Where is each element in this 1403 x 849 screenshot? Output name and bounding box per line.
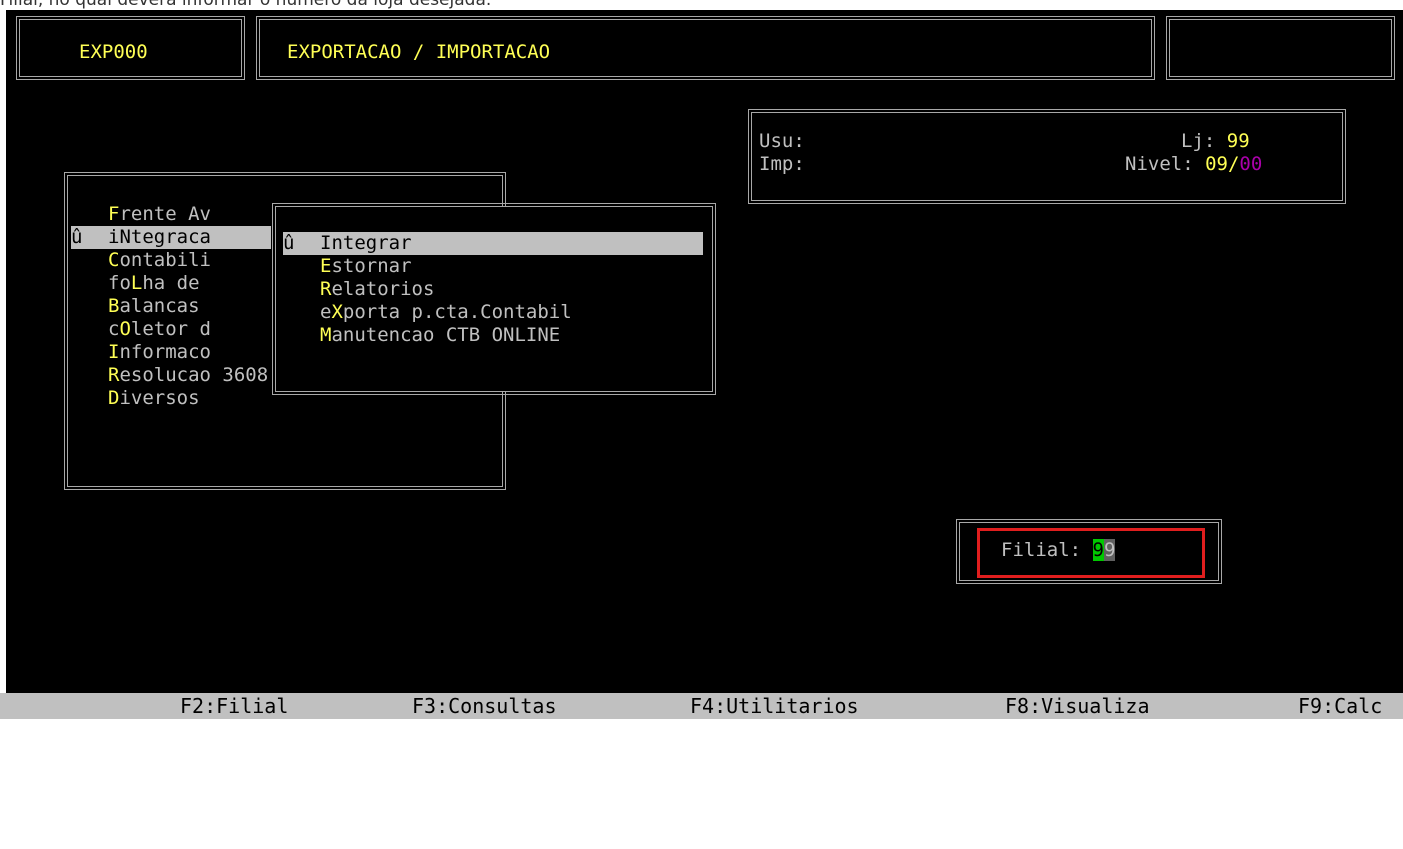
menu-marker (71, 203, 108, 226)
menu-label: alancas (119, 295, 200, 317)
menu-label: ha de (142, 272, 200, 294)
filial-field[interactable]: Filial: 99 (1001, 539, 1116, 562)
function-key-bar: F2:Filial F3:Consultas F4:Utilitarios F8… (0, 693, 1403, 719)
main-menu-item[interactable]: Diversos (71, 387, 200, 410)
menu-hotkey: N (119, 226, 131, 248)
menu-label: esolucao 3608 (119, 364, 269, 386)
document-caption: Filial, no qual deverá informar o número… (0, 0, 492, 10)
menu-hotkey: I (108, 341, 120, 363)
menu-marker (71, 364, 108, 387)
main-menu-item[interactable]: Resolucao 3608 (71, 364, 268, 387)
menu-label: ontabili (119, 249, 211, 271)
lj-label: Lj: (1181, 130, 1216, 152)
menu-marker (283, 255, 320, 278)
menu-hotkey: I (320, 232, 332, 254)
menu-label: elatorios (331, 278, 435, 300)
info-panel: Usu: Imp: Lj: 99 Nivel: 09/00 (748, 109, 1346, 204)
menu-label: ntegrar (331, 232, 412, 254)
fkey-utilitarios[interactable]: F4:Utilitarios (690, 693, 859, 719)
fkey-calc[interactable]: F9:Calc (1298, 693, 1382, 719)
filial-value[interactable]: 9 (1103, 539, 1116, 561)
main-menu-item[interactable]: Frente Av (71, 203, 211, 226)
menu-label-prefix: fo (108, 272, 131, 294)
menu-label: letor d (130, 318, 211, 340)
menu-hotkey: R (108, 364, 120, 386)
fkey-visualiza[interactable]: F8:Visualiza (1005, 693, 1150, 719)
menu-label-prefix: e (320, 301, 332, 323)
sub-menu-item[interactable]: Relatorios (283, 278, 434, 301)
menu-label: iversos (119, 387, 200, 409)
menu-label: stornar (331, 255, 412, 277)
menu-label: tegraca (130, 226, 211, 248)
menu-hotkey: X (331, 301, 343, 323)
menu-label: nformaco (119, 341, 211, 363)
sub-menu-item[interactable]: û Integrar (283, 232, 703, 255)
header-right-box (1166, 16, 1395, 80)
menu-marker: û (283, 232, 295, 254)
sub-menu: û Integrar Estornar Relatorios eXporta p.… (272, 203, 716, 395)
menu-marker (71, 249, 108, 272)
main-menu-item[interactable]: Contabili (71, 249, 211, 272)
main-menu-item[interactable]: û iNtegraca (71, 226, 271, 249)
terminal-screen: EXP000 EXPORTACAO / IMPORTACAO Usu: Imp:… (6, 10, 1403, 693)
filial-cursor[interactable]: 9 (1092, 539, 1104, 561)
menu-label: rente Av (119, 203, 211, 225)
sub-menu-item[interactable]: Estornar (283, 255, 412, 278)
menu-marker (283, 278, 320, 301)
main-menu-item[interactable]: Informaco (71, 341, 211, 364)
menu-hotkey: F (108, 203, 120, 225)
menu-marker (71, 341, 108, 364)
menu-label: porta p.cta.Contabil (342, 301, 572, 323)
program-code: EXP000 (79, 41, 148, 63)
menu-label: anutencao CTB ONLINE (331, 324, 561, 346)
fkey-consultas[interactable]: F3:Consultas (412, 693, 557, 719)
menu-marker (71, 272, 108, 295)
title-box: EXPORTACAO / IMPORTACAO (256, 16, 1155, 80)
menu-hotkey: B (108, 295, 120, 317)
menu-marker: û (71, 226, 83, 248)
filial-prompt-box: Filial: 99 (956, 519, 1222, 584)
menu-marker (71, 387, 108, 410)
filial-label: Filial: (1001, 539, 1082, 561)
menu-hotkey: O (119, 318, 131, 340)
menu-marker (283, 324, 320, 347)
menu-hotkey: E (320, 255, 332, 277)
menu-hotkey: D (108, 387, 120, 409)
program-code-box: EXP000 (16, 16, 245, 80)
menu-hotkey: M (320, 324, 332, 346)
lj-value: 99 (1226, 130, 1250, 152)
menu-hotkey: L (130, 272, 143, 294)
main-menu-item[interactable]: Balancas (71, 295, 200, 318)
sub-menu-item[interactable]: eXporta p.cta.Contabil (283, 301, 572, 324)
nivel-label: Nivel: (1125, 153, 1194, 175)
sub-menu-item[interactable]: Manutencao CTB ONLINE (283, 324, 560, 347)
menu-label-prefix: i (108, 226, 120, 248)
menu-hotkey: C (108, 249, 120, 271)
menu-marker (71, 318, 108, 341)
menu-marker (71, 295, 108, 318)
nivel-field: Nivel: 09/00 (1125, 153, 1262, 176)
usu-label: Usu: (759, 130, 805, 152)
fkey-filial[interactable]: F2:Filial (180, 693, 288, 719)
imp-label: Imp: (759, 153, 805, 175)
nivel-sub-value: 00 (1239, 153, 1263, 175)
main-menu-item[interactable]: cOletor d (71, 318, 211, 341)
main-menu-item[interactable]: foLha de (71, 272, 200, 295)
program-title: EXPORTACAO / IMPORTACAO (287, 41, 551, 63)
lj-field: Lj: 99 (1181, 130, 1250, 153)
menu-label-prefix: c (108, 318, 120, 340)
menu-marker (283, 301, 320, 324)
menu-hotkey: R (320, 278, 332, 300)
nivel-value: 09/ (1205, 153, 1240, 175)
